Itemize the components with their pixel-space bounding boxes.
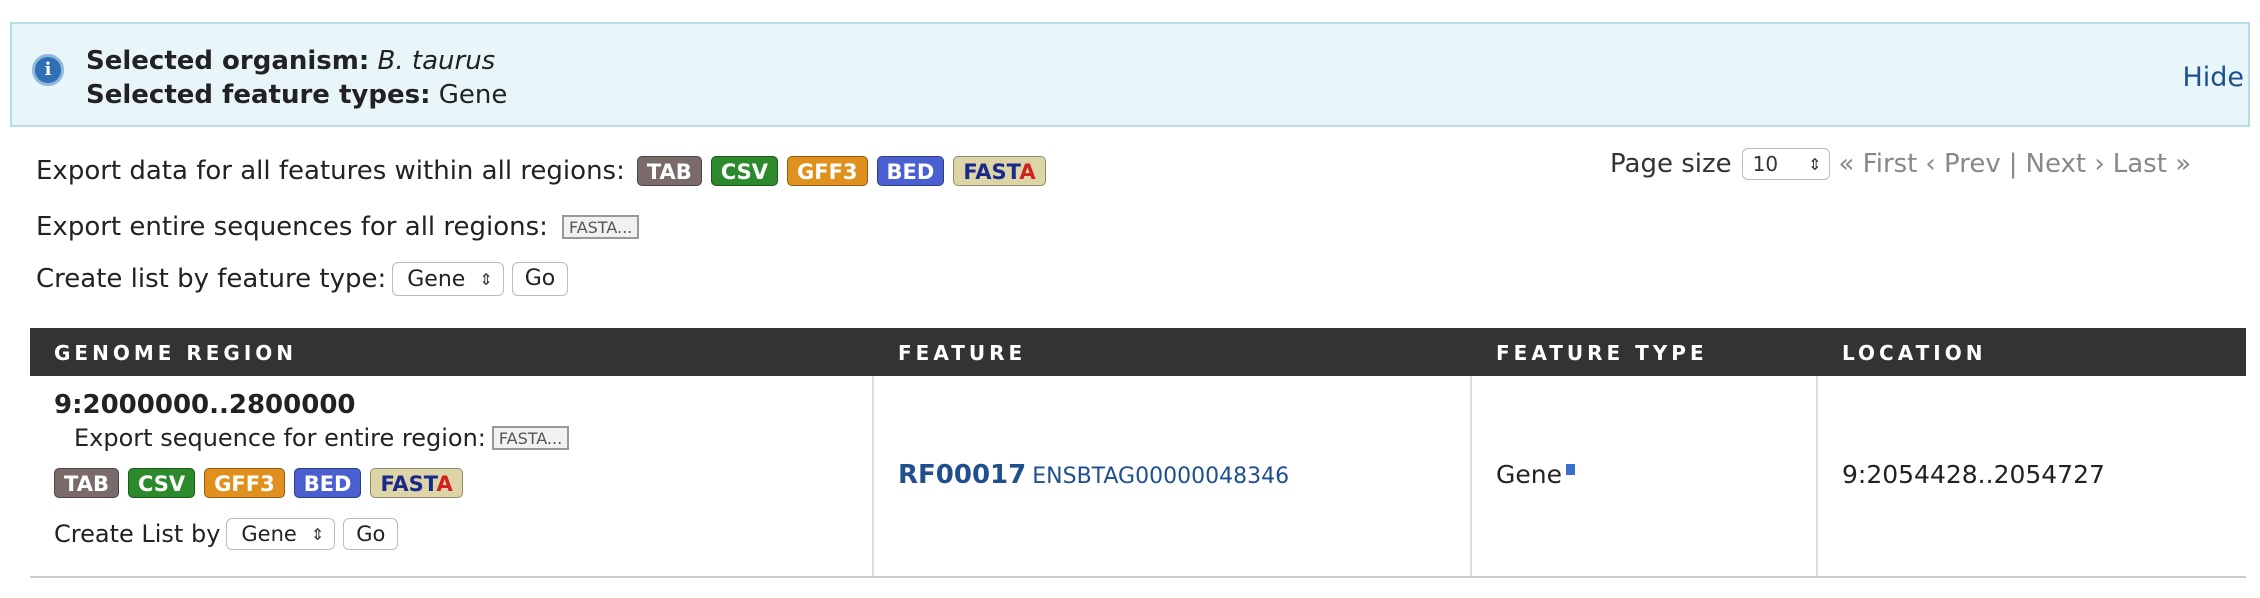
feature-types-label: Selected feature types:: [86, 80, 431, 110]
region-export-fasta-button[interactable]: FASTA: [370, 468, 463, 498]
hide-link[interactable]: Hide: [2182, 62, 2244, 93]
info-banner: i Selected organism: B. taurus Selected …: [10, 22, 2250, 127]
region-coordinates: 9:2000000..2800000: [54, 390, 356, 420]
header-location[interactable]: LOCATION: [1842, 341, 1986, 365]
export-fasta-button[interactable]: FASTA: [953, 156, 1046, 186]
region-export-bed-button[interactable]: BED: [293, 468, 362, 498]
feature-primary-link[interactable]: RF00017: [898, 460, 1026, 490]
page-size-label: Page size: [1610, 149, 1732, 179]
region-fasta-sequence-button[interactable]: FASTA...: [491, 426, 570, 450]
page-size-select[interactable]: 10 ⇕: [1741, 148, 1831, 180]
export-sequences-label: Export entire sequences for all regions:: [36, 212, 548, 242]
region-feature-type-value: Gene: [241, 522, 297, 546]
selected-feature-types: Selected feature types: Gene: [86, 80, 507, 110]
select-arrows-icon: ⇕: [479, 269, 493, 289]
column-divider: [872, 376, 874, 576]
header-feature[interactable]: FEATURE: [898, 341, 1026, 365]
pagination: Page size 10 ⇕ « First ‹ Prev | Next › L…: [1610, 148, 2191, 180]
page-size-value: 10: [1752, 152, 1779, 176]
organism-label: Selected organism:: [86, 46, 370, 76]
export-csv-button[interactable]: CSV: [710, 156, 778, 186]
column-divider: [1816, 376, 1818, 576]
create-list-go-button[interactable]: Go: [511, 262, 569, 296]
region-export-gff3-button[interactable]: GFF3: [204, 468, 285, 498]
export-sequences-fasta-button[interactable]: FASTA...: [561, 215, 640, 239]
export-bed-button[interactable]: BED: [876, 156, 945, 186]
create-list-label: Create list by feature type:: [36, 264, 387, 294]
feature-type-select[interactable]: Gene ⇕: [392, 262, 504, 296]
feature-secondary-link[interactable]: ENSBTAG00000048346: [1032, 464, 1289, 489]
pager-separator: |: [2008, 149, 2018, 179]
region-create-list-label: Create List by: [54, 520, 221, 548]
next-page-link[interactable]: Next ›: [2026, 149, 2105, 179]
region-export-sequence-label: Export sequence for entire region:: [74, 424, 486, 452]
selected-organism: Selected organism: B. taurus: [86, 46, 495, 76]
region-create-list-go-button[interactable]: Go: [343, 518, 399, 550]
region-export-csv-button[interactable]: CSV: [127, 468, 196, 498]
region-create-list: Create List by Gene ⇕ Go: [54, 518, 399, 550]
region-export-formats: TAB CSV GFF3 BED FASTA: [54, 468, 472, 498]
region-export-sequence: Export sequence for entire region: FASTA…: [74, 424, 570, 452]
header-genome-region[interactable]: GENOME REGION: [54, 341, 297, 365]
export-gff3-button[interactable]: GFF3: [787, 156, 868, 186]
results-table-header: GENOME REGION FEATURE FEATURE TYPE LOCAT…: [30, 328, 2246, 376]
create-list-row: Create list by feature type: Gene ⇕ Go: [36, 262, 569, 296]
location-cell: 9:2054428..2054727: [1842, 460, 2105, 489]
export-tab-button[interactable]: TAB: [636, 156, 702, 186]
select-arrows-icon: ⇕: [1808, 154, 1822, 174]
organism-value: B. taurus: [377, 46, 496, 76]
info-icon: i: [32, 54, 64, 86]
feature-type-cell: Gene: [1496, 460, 1575, 489]
feature-type-info-icon[interactable]: [1565, 464, 1575, 475]
column-divider: [1470, 376, 1472, 576]
last-page-link[interactable]: Last »: [2113, 149, 2191, 179]
feature-type-select-value: Gene: [407, 266, 466, 292]
export-all-features-row: Export data for all features within all …: [36, 156, 1055, 186]
table-row: 9:2000000..2800000 Export sequence for e…: [30, 376, 2246, 578]
export-sequences-row: Export entire sequences for all regions:…: [36, 212, 640, 242]
region-export-tab-button[interactable]: TAB: [54, 468, 119, 498]
header-feature-type[interactable]: FEATURE TYPE: [1496, 341, 1708, 365]
feature-type-value: Gene: [1496, 460, 1562, 489]
feature-cell: RF00017 ENSBTAG00000048346: [898, 460, 1289, 490]
region-feature-type-select[interactable]: Gene ⇕: [226, 518, 336, 550]
prev-page-link[interactable]: ‹ Prev: [1925, 149, 2000, 179]
select-arrows-icon: ⇕: [310, 524, 325, 544]
export-all-features-label: Export data for all features within all …: [36, 156, 625, 186]
first-page-link[interactable]: « First: [1838, 149, 1917, 179]
feature-types-value: Gene: [438, 80, 508, 110]
